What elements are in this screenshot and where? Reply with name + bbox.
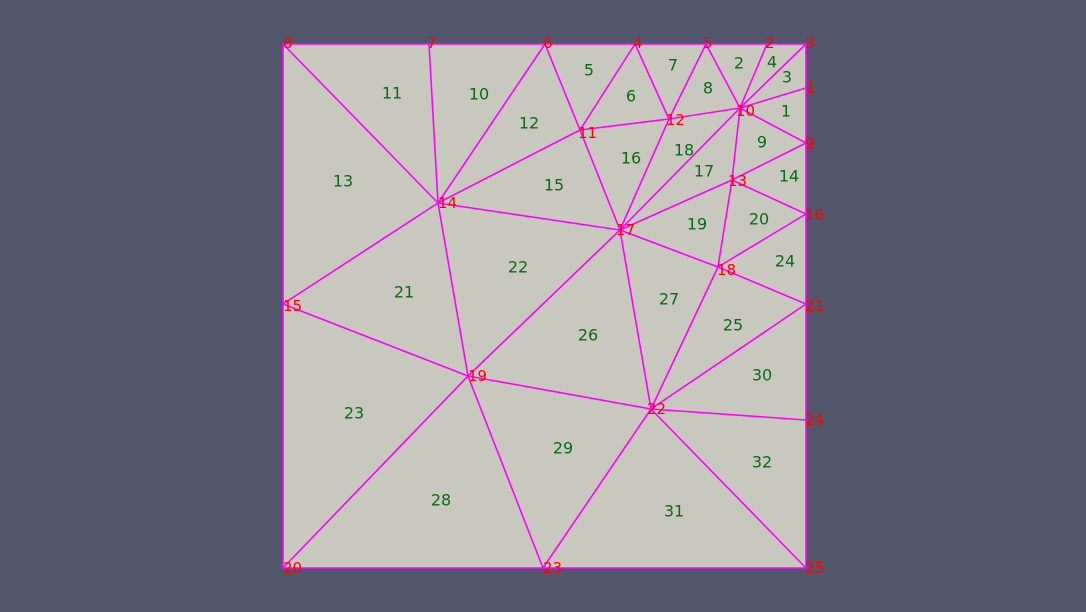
node-label-18: 18	[717, 261, 736, 279]
node-label-4: 4	[633, 34, 643, 52]
node-label-10: 10	[736, 102, 755, 120]
element-label-23: 23	[344, 404, 364, 423]
node-label-13: 13	[728, 172, 747, 190]
element-label-12: 12	[519, 114, 539, 133]
node-label-5: 5	[703, 34, 713, 52]
mesh-diagram: 12345678910111213 141516171819 20212223242…	[0, 0, 1086, 612]
element-label-8: 8	[703, 79, 713, 98]
node-label-6: 6	[543, 34, 553, 52]
node-label-24: 24	[805, 411, 824, 429]
element-label-4: 4	[767, 53, 777, 72]
node-label-20: 20	[283, 559, 302, 577]
node-label-21: 21	[805, 297, 824, 315]
node-label-7: 7	[427, 34, 437, 52]
element-label-7: 7	[668, 56, 678, 75]
element-label-21: 21	[394, 283, 414, 302]
element-label-25: 25	[723, 316, 743, 335]
node-label-1: 1	[806, 79, 816, 97]
node-label-16: 16	[805, 206, 824, 224]
element-label-27: 27	[659, 290, 679, 309]
node-label-14: 14	[438, 194, 457, 212]
element-label-6: 6	[626, 87, 636, 106]
element-label-17: 17	[694, 162, 714, 181]
element-label-18: 18	[674, 141, 694, 160]
node-label-23: 23	[543, 559, 562, 577]
element-label-16: 16	[621, 149, 641, 168]
node-label-15: 15	[283, 297, 302, 315]
node-label-17: 17	[616, 221, 635, 239]
element-label-10: 10	[469, 85, 489, 104]
node-label-11: 11	[578, 124, 597, 142]
element-label-13: 13	[333, 172, 353, 191]
node-label-19: 19	[468, 367, 487, 385]
element-label-11: 11	[382, 84, 402, 103]
element-label-1: 1	[781, 102, 791, 121]
element-label-30: 30	[752, 366, 772, 385]
node-label-12: 12	[666, 111, 685, 129]
element-label-28: 28	[431, 491, 451, 510]
node-label-25: 25	[805, 559, 824, 577]
element-label-2: 2	[734, 54, 744, 73]
element-label-22: 22	[508, 258, 528, 277]
element-label-29: 29	[553, 439, 573, 458]
node-label-8: 8	[283, 34, 293, 52]
element-label-15: 15	[544, 176, 564, 195]
element-label-5: 5	[584, 61, 594, 80]
element-label-31: 31	[664, 502, 684, 521]
element-label-3: 3	[782, 68, 792, 87]
element-label-24: 24	[775, 252, 795, 271]
node-label-9: 9	[805, 135, 815, 153]
node-label-3: 3	[805, 34, 815, 52]
element-label-9: 9	[757, 133, 767, 152]
element-label-32: 32	[752, 453, 772, 472]
element-label-20: 20	[749, 210, 769, 229]
node-label-2: 2	[765, 34, 775, 52]
element-label-26: 26	[578, 326, 598, 345]
element-label-14: 14	[779, 167, 799, 186]
node-label-22: 22	[647, 400, 666, 418]
element-label-19: 19	[687, 215, 707, 234]
mesh-domain	[283, 44, 806, 568]
